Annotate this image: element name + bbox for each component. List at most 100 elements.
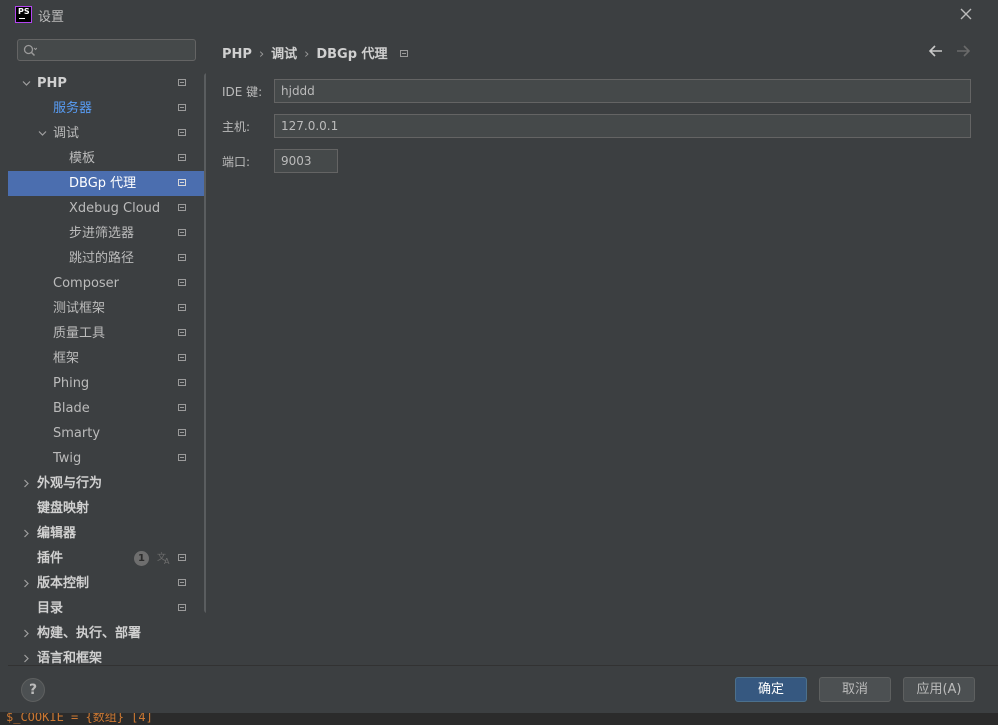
tree-item-label: Smarty bbox=[53, 426, 101, 441]
tree-item[interactable]: Composer bbox=[8, 271, 204, 296]
tree-item-label: 模板 bbox=[69, 151, 96, 166]
project-level-icon bbox=[178, 404, 186, 411]
tree-item-label: 跳过的路径 bbox=[69, 251, 135, 266]
tree-item[interactable]: Smarty bbox=[8, 421, 204, 446]
host-input[interactable] bbox=[274, 114, 971, 138]
project-level-icon bbox=[178, 254, 186, 261]
dialog-footer: ? 确定 取消 应用(A) bbox=[8, 665, 998, 713]
tree-item[interactable]: DBGp 代理 bbox=[8, 171, 204, 196]
cancel-button[interactable]: 取消 bbox=[819, 677, 891, 702]
chevron-right-icon[interactable] bbox=[22, 654, 31, 663]
project-level-icon bbox=[178, 429, 186, 436]
tree-item[interactable]: 步进筛选器 bbox=[8, 221, 204, 246]
tree-item-label: 步进筛选器 bbox=[69, 226, 135, 241]
project-level-icon bbox=[178, 604, 186, 611]
project-level-icon bbox=[178, 379, 186, 386]
chevron-right-icon[interactable] bbox=[22, 579, 31, 588]
tree-item-label: 插件 bbox=[37, 551, 64, 566]
tree-item-label: 构建、执行、部署 bbox=[37, 626, 142, 641]
project-level-icon bbox=[178, 554, 186, 561]
back-arrow-icon[interactable] bbox=[928, 43, 944, 59]
project-level-icon bbox=[178, 329, 186, 336]
search-icon bbox=[23, 44, 37, 57]
tree-item[interactable]: 语言和框架 bbox=[8, 646, 204, 665]
tree-item[interactable]: 编辑器 bbox=[8, 521, 204, 546]
breadcrumb-item: DBGp 代理 bbox=[316, 47, 388, 62]
update-count-badge: 1 bbox=[134, 551, 149, 566]
tree-item[interactable]: 调试 bbox=[8, 121, 204, 146]
host-label: 主机: bbox=[222, 120, 251, 134]
help-button[interactable]: ? bbox=[21, 678, 45, 702]
chevron-right-icon[interactable] bbox=[22, 479, 31, 488]
phpstorm-logo-icon: PS bbox=[15, 6, 32, 23]
tree-item-label: 服务器 bbox=[53, 101, 93, 116]
tree-item-label: Xdebug Cloud bbox=[69, 201, 161, 216]
project-level-icon bbox=[178, 154, 186, 161]
tree-item[interactable]: 插件 1 文 A bbox=[8, 546, 204, 571]
chevron-down-icon[interactable] bbox=[38, 129, 47, 138]
tree-item[interactable]: 键盘映射 bbox=[8, 496, 204, 521]
project-level-icon bbox=[178, 79, 186, 86]
window-title: 设置 bbox=[38, 10, 65, 25]
settings-sidebar: PHP 服务器调试模板 DBGp 代理 Xdebug Cloud 步进筛选器跳过的路径 C… bbox=[8, 30, 211, 665]
ide-key-input[interactable] bbox=[274, 79, 971, 103]
tree-item-label: DBGp 代理 bbox=[69, 176, 137, 191]
tree-item-label: Phing bbox=[53, 376, 90, 391]
tree-item-label: 外观与行为 bbox=[37, 476, 103, 491]
port-input[interactable] bbox=[274, 149, 338, 173]
project-level-icon bbox=[178, 304, 186, 311]
project-level-icon bbox=[178, 179, 186, 186]
tree-item[interactable]: Blade bbox=[8, 396, 204, 421]
chevron-right-icon[interactable] bbox=[22, 629, 31, 638]
tree-item[interactable]: 目录 bbox=[8, 596, 204, 621]
tree-item-label: Blade bbox=[53, 401, 90, 416]
tree-item[interactable]: 跳过的路径 bbox=[8, 246, 204, 271]
tree-item-label: 版本控制 bbox=[37, 576, 90, 591]
tree-item[interactable]: Xdebug Cloud bbox=[8, 196, 204, 221]
project-level-icon bbox=[178, 354, 186, 361]
settings-dialog: PS 设置 PHP 服务器 调试 模板 DBGp 代理 Xdebug Cloud 步进筛选器… bbox=[0, 0, 998, 713]
ok-button[interactable]: 确定 bbox=[735, 677, 807, 702]
tree-item[interactable]: Phing bbox=[8, 371, 204, 396]
tree-item[interactable]: 框架 bbox=[8, 346, 204, 371]
tree-item-label: 质量工具 bbox=[53, 326, 106, 341]
settings-tree: PHP 服务器调试模板 DBGp 代理 Xdebug Cloud 步进筛选器跳过的路径 C… bbox=[8, 71, 206, 665]
tree-item[interactable]: 模板 bbox=[8, 146, 204, 171]
breadcrumb-separator: › bbox=[304, 47, 310, 62]
forward-arrow-icon[interactable] bbox=[955, 43, 971, 59]
chevron-down-icon[interactable] bbox=[22, 79, 31, 88]
tree-item-label: 框架 bbox=[53, 351, 80, 366]
project-level-icon bbox=[178, 279, 186, 286]
tree-item[interactable]: 外观与行为 bbox=[8, 471, 204, 496]
breadcrumb-separator: › bbox=[258, 47, 265, 62]
tree-item[interactable]: Twig bbox=[8, 446, 204, 471]
settings-content: PHP › 调试 › DBGp 代理 IDE 键: 主机: 端口: bbox=[206, 30, 998, 665]
translate-icon: 文A bbox=[156, 550, 172, 566]
tree-item[interactable]: 构建、执行、部署 bbox=[8, 621, 204, 646]
project-level-icon bbox=[178, 579, 186, 586]
chevron-right-icon[interactable] bbox=[22, 529, 31, 538]
tree-item[interactable]: 版本控制 bbox=[8, 571, 204, 596]
tree-item[interactable]: PHP bbox=[8, 71, 204, 96]
close-icon[interactable] bbox=[957, 5, 975, 23]
tree-item-label: 目录 bbox=[37, 601, 64, 616]
tree-item-label: PHP bbox=[37, 76, 67, 91]
tree-item-label: 键盘映射 bbox=[37, 501, 90, 516]
tree-item[interactable]: 服务器 bbox=[8, 96, 204, 121]
breadcrumb-item: 调试 bbox=[271, 47, 298, 62]
apply-button[interactable]: 应用(A) bbox=[903, 677, 975, 702]
project-level-icon bbox=[399, 50, 408, 57]
project-level-icon bbox=[178, 129, 186, 136]
search-input[interactable] bbox=[44, 42, 196, 60]
project-level-icon bbox=[178, 454, 186, 461]
tree-item[interactable]: 质量工具 bbox=[8, 321, 204, 346]
svg-text:A: A bbox=[164, 557, 170, 566]
settings-search[interactable] bbox=[17, 39, 196, 61]
tree-item[interactable]: 测试框架 bbox=[8, 296, 204, 321]
tree-item-label: Composer bbox=[53, 276, 120, 291]
title-bar: PS 设置 bbox=[0, 0, 998, 30]
tree-item-label: 测试框架 bbox=[53, 301, 106, 316]
tree-item-label: Twig bbox=[53, 451, 82, 466]
ide-key-label: IDE 键: bbox=[222, 85, 263, 99]
port-label: 端口: bbox=[222, 155, 251, 169]
